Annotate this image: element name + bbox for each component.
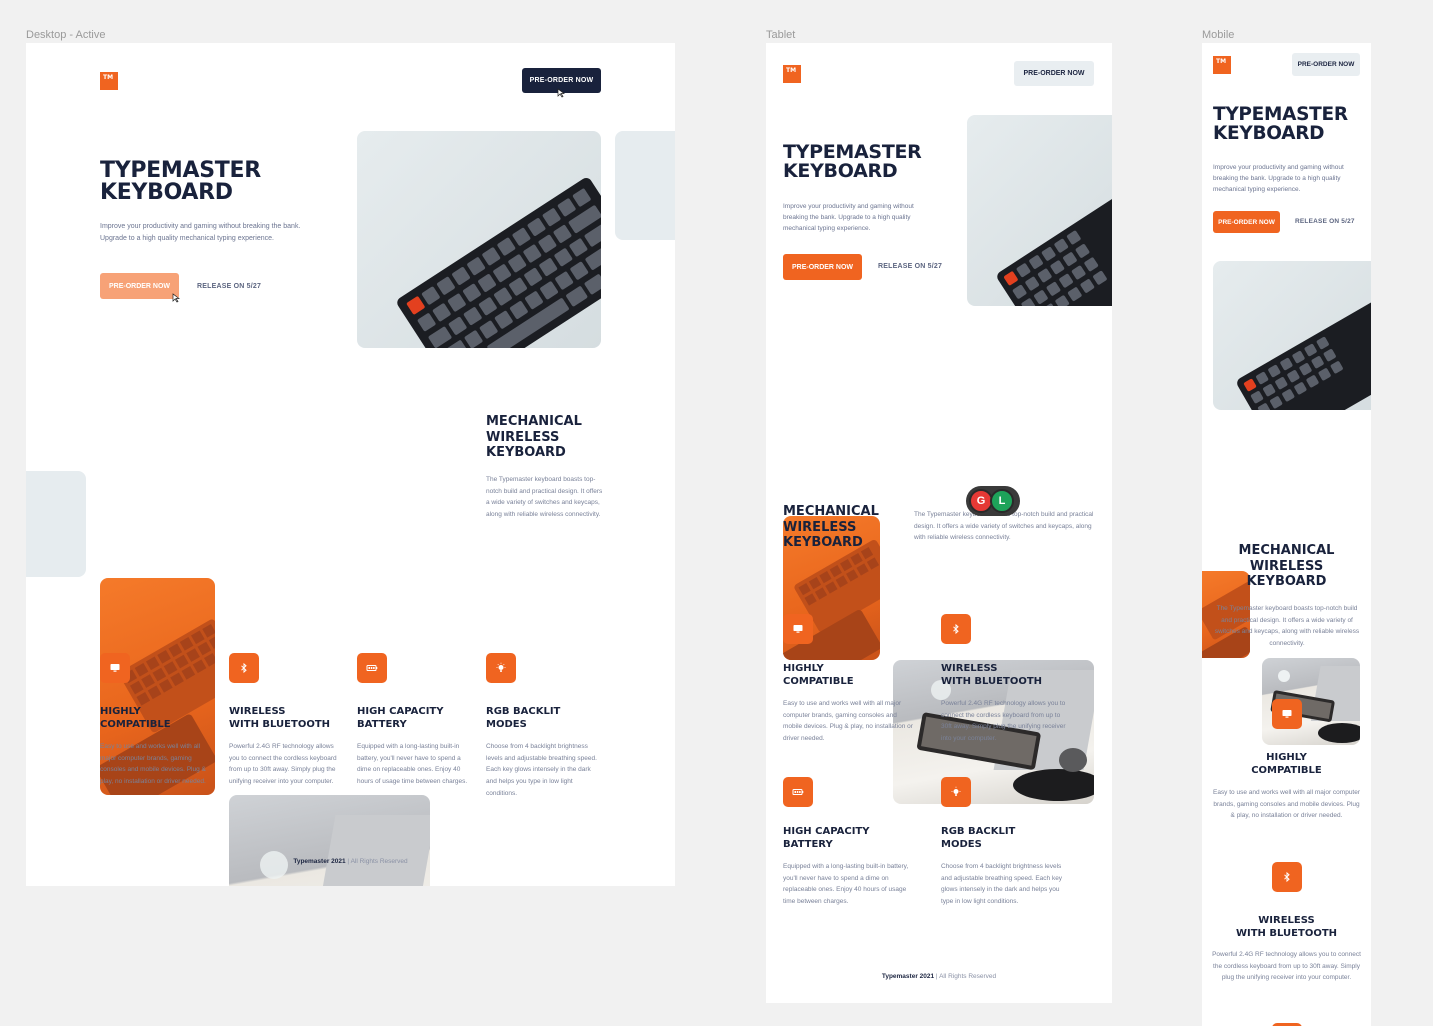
about-description: The Typemaster keyboard boasts top-notch… (1214, 605, 1360, 648)
hero-title: TYPEMASTER KEYBOARD (1213, 104, 1348, 144)
hero-preorder-button[interactable]: PRE-ORDER NOW (1213, 211, 1280, 233)
feature-title: HIGHLY COMPATIBLE (1251, 752, 1322, 776)
feature-description: Easy to use and works well with all majo… (783, 700, 913, 743)
hero-title: TYPEMASTER KEYBOARD (783, 141, 922, 183)
bluetooth-icon (1272, 862, 1302, 892)
hero-keyboard-image (1213, 261, 1371, 410)
hero-keyboard-image (357, 131, 601, 348)
feature-title: WIRELESS WITH BLUETOOTH (941, 663, 1043, 687)
feature-title: HIGH CAPACITY BATTERY (783, 826, 870, 850)
hero-preorder-button[interactable]: PRE-ORDER NOW (783, 254, 862, 280)
desktop-frame[interactable]: TM PRE-ORDER NOW TYPEMASTER KEYBOARD Impr… (26, 43, 675, 886)
hero-keyboard-image (967, 115, 1112, 306)
feature-description: Easy to use and works well with all majo… (100, 743, 206, 786)
hero-title: TYPEMASTER KEYBOARD (100, 158, 261, 206)
header-preorder-button[interactable]: PRE-ORDER NOW (1292, 53, 1360, 76)
lightbulb-icon (941, 777, 971, 807)
bluetooth-icon (229, 653, 259, 683)
about-title: MECHANICAL WIRELESS KEYBOARD (1238, 543, 1335, 590)
logo[interactable]: TM (783, 65, 801, 83)
mobile-frame[interactable]: TM PRE-ORDER NOW TYPEMASTER KEYBOARD Impr… (1202, 43, 1371, 1026)
about-title: MECHANICAL WIRELESS KEYBOARD (783, 504, 879, 551)
hero-description: Improve your productivity and gaming wit… (783, 203, 914, 233)
footer: Typemaster 2021 | All Rights Reserved (881, 973, 997, 980)
cursor-icon (172, 293, 180, 303)
desk-keyboard-image (229, 795, 430, 886)
feature-title: HIGHLY COMPATIBLE (783, 663, 854, 687)
logo[interactable]: TM (100, 72, 118, 90)
lightbulb-icon (486, 653, 516, 683)
monitor-icon (783, 614, 813, 644)
collaborator-avatars[interactable]: G L (966, 486, 1020, 516)
hero-description: Improve your productivity and gaming wit… (100, 223, 301, 242)
avatar[interactable]: L (990, 489, 1014, 513)
decorative-panel (615, 131, 675, 240)
header-preorder-button[interactable]: PRE-ORDER NOW (1014, 61, 1094, 86)
feature-description: Powerful 2.4G RF technology allows you t… (229, 743, 337, 786)
bluetooth-icon (941, 614, 971, 644)
feature-description: Powerful 2.4G RF technology allows you t… (941, 700, 1066, 743)
feature-title: RGB BACKLIT MODES (486, 706, 561, 730)
frame-label-tablet[interactable]: Tablet (766, 29, 795, 41)
hero-preorder-button[interactable]: PRE-ORDER NOW (100, 273, 179, 299)
feature-description: Powerful 2.4G RF technology allows you t… (1212, 951, 1361, 982)
battery-icon (783, 777, 813, 807)
release-date: RELEASE ON 5/27 (1295, 218, 1355, 225)
about-title: MECHANICAL WIRELESS KEYBOARD (486, 414, 582, 461)
battery-icon (357, 653, 387, 683)
tablet-frame[interactable]: TM PRE-ORDER NOW TYPEMASTER KEYBOARD Impr… (766, 43, 1112, 1003)
feature-title: HIGH CAPACITY BATTERY (357, 706, 444, 730)
footer: Typemaster 2021 | All Rights Reserved (293, 858, 408, 865)
feature-description: Equipped with a long-lasting built-in ba… (783, 863, 909, 906)
hero-description: Improve your productivity and gaming wit… (1213, 164, 1344, 194)
about-description: The Typemaster keyboard boasts top-notch… (486, 476, 603, 519)
feature-description: Choose from 4 backlight brightness level… (486, 743, 597, 797)
decorative-panel (26, 471, 86, 577)
frame-label-desktop[interactable]: Desktop - Active (26, 29, 105, 41)
feature-description: Choose from 4 backlight brightness level… (941, 863, 1063, 906)
monitor-icon (1272, 699, 1302, 729)
cursor-icon (557, 88, 565, 98)
logo[interactable]: TM (1213, 56, 1231, 74)
feature-description: Equipped with a long-lasting built-in ba… (357, 743, 468, 786)
feature-title: RGB BACKLIT MODES (941, 826, 1016, 850)
frame-label-mobile[interactable]: Mobile (1202, 29, 1234, 41)
feature-title: WIRELESS WITH BLUETOOTH (1235, 915, 1338, 939)
release-date: RELEASE ON 5/27 (878, 263, 943, 270)
feature-title: WIRELESS WITH BLUETOOTH (229, 706, 331, 730)
feature-title: HIGHLY COMPATIBLE (100, 706, 171, 730)
monitor-icon (100, 653, 130, 683)
release-date: RELEASE ON 5/27 (197, 283, 262, 290)
feature-description: Easy to use and works well with all majo… (1212, 789, 1361, 820)
